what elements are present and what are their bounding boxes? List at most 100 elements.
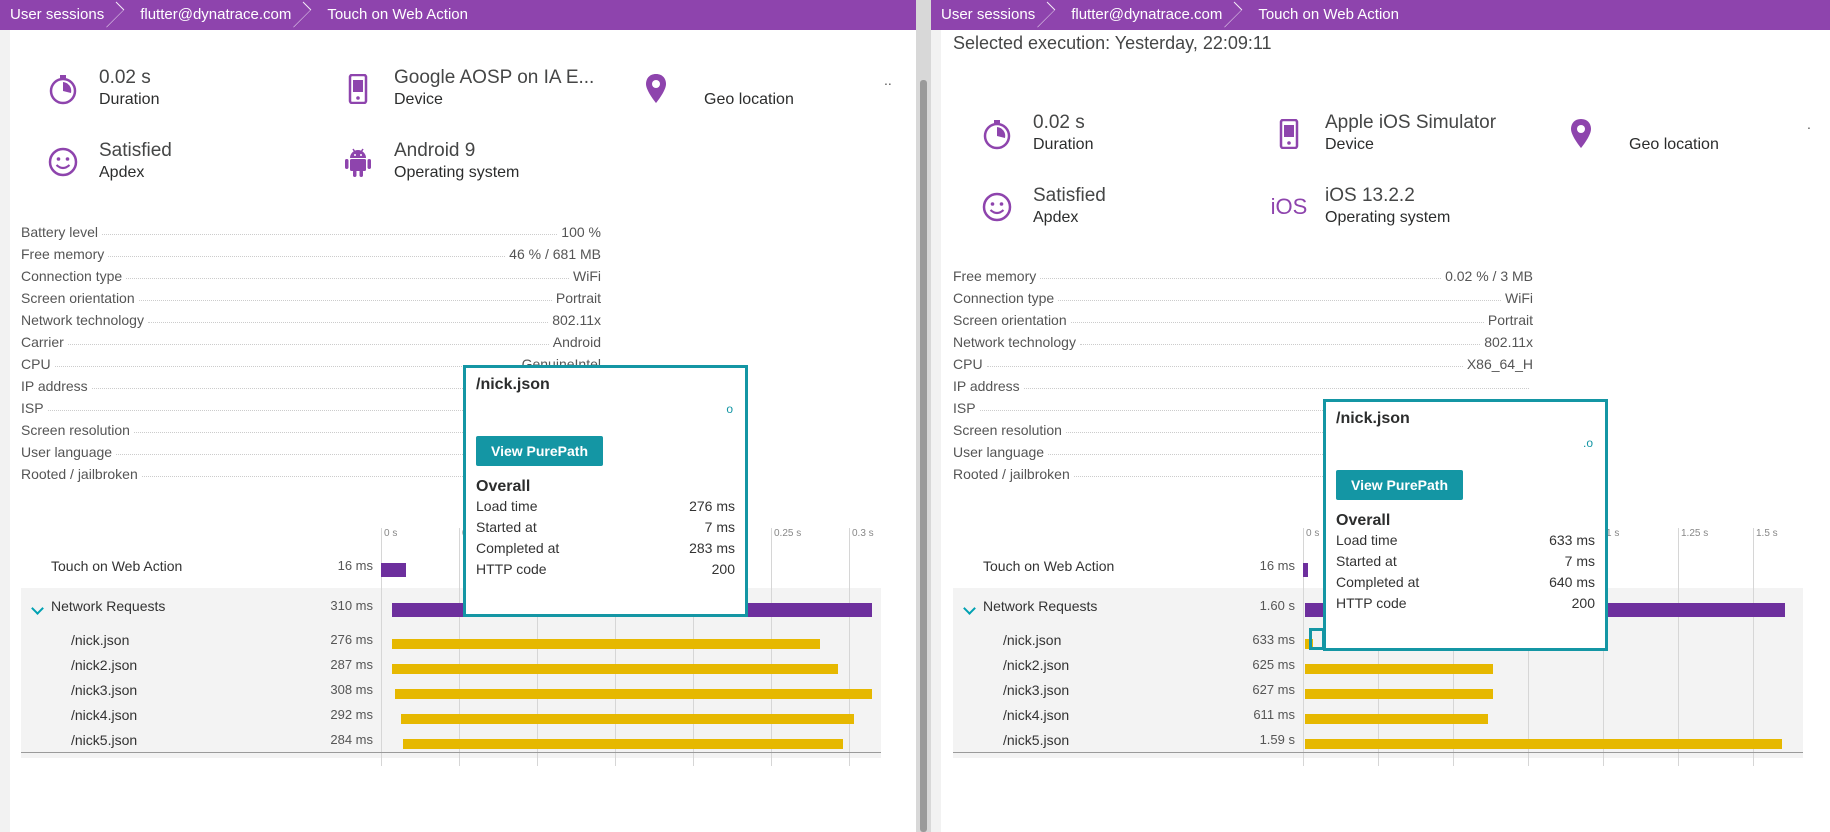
scrollbar-thumb[interactable] <box>920 80 927 832</box>
breadcrumb: User sessions flutter@dynatrace.com Touc… <box>931 0 1830 30</box>
stat-apdex: Satisfied Apdex <box>45 140 172 184</box>
stat-duration: 0.02 s Duration <box>979 112 1093 156</box>
geo-extra: .. <box>884 72 892 88</box>
row-duration: 633 ms <box>1252 632 1295 647</box>
stat-duration: 0.02 s Duration <box>45 67 159 111</box>
breadcrumb-user-sessions[interactable]: User sessions <box>0 0 125 30</box>
mobile-device-icon <box>1271 116 1307 152</box>
tooltip-title: /nick.json <box>1336 410 1410 427</box>
property-row: Free memory 0.02 % / 3 MB <box>953 262 1533 284</box>
request-bar[interactable] <box>394 689 873 699</box>
request-name[interactable]: /nick2.json <box>1003 657 1069 673</box>
property-row: CPU X86_64_H <box>953 350 1533 372</box>
request-name[interactable]: /nick5.json <box>71 732 137 748</box>
property-value: WiFi <box>573 268 601 284</box>
duration-label: Duration <box>99 91 160 108</box>
property-key: Connection type <box>21 268 123 284</box>
property-row: Screen orientation Portrait <box>21 284 601 306</box>
property-value: 46 % / 681 MB <box>509 246 601 262</box>
row-duration: 627 ms <box>1252 682 1295 697</box>
stopwatch-icon <box>979 116 1015 152</box>
request-name[interactable]: /nick3.json <box>71 682 137 698</box>
geo-value <box>704 67 794 89</box>
request-bar[interactable] <box>391 639 820 649</box>
property-row: Connection type WiFi <box>953 284 1533 306</box>
dotted-leader <box>1023 388 1529 389</box>
waterfall-baseline <box>953 752 1803 753</box>
stopwatch-icon <box>45 71 81 107</box>
breadcrumb-action[interactable]: Touch on Web Action <box>305 0 482 30</box>
row-duration: 276 ms <box>330 632 373 647</box>
axis-tick-label: 0.3 s <box>852 528 874 539</box>
tooltip-row: Completed at 283 ms <box>476 540 735 556</box>
property-row: Free memory 46 % / 681 MB <box>21 240 601 262</box>
request-bar[interactable] <box>1305 664 1493 674</box>
tooltip-row: Load time 633 ms <box>1336 532 1595 548</box>
geo-value <box>1629 112 1719 134</box>
request-name[interactable]: /nick2.json <box>71 657 137 673</box>
breadcrumb-user-sessions[interactable]: User sessions <box>931 0 1056 30</box>
dotted-leader <box>1079 344 1481 345</box>
duration-value: 0.02 s <box>1033 112 1085 133</box>
panel-divider-scrollbar[interactable] <box>916 0 931 832</box>
property-value: WiFi <box>1505 290 1533 306</box>
right-session-panel: User sessions flutter@dynatrace.com Touc… <box>931 0 1830 832</box>
breadcrumb-action[interactable]: Touch on Web Action <box>1236 0 1413 30</box>
breadcrumb-user[interactable]: flutter@dynatrace.com <box>118 0 312 30</box>
smiley-icon <box>45 144 81 180</box>
tooltip-title: /nick.json <box>476 376 550 393</box>
duration-label: Duration <box>1033 136 1094 153</box>
view-purepath-button[interactable]: View PurePath <box>476 436 604 466</box>
tooltip-row: HTTP code 200 <box>1336 595 1595 611</box>
request-bar[interactable] <box>391 664 839 674</box>
axis-gridline <box>849 528 850 766</box>
request-name[interactable]: /nick4.json <box>1003 707 1069 723</box>
request-bar[interactable] <box>402 739 843 749</box>
smiley-icon <box>979 189 1015 225</box>
property-row: Carrier Android <box>21 328 601 350</box>
timing-bar[interactable] <box>381 563 406 577</box>
request-name[interactable]: /nick3.json <box>1003 682 1069 698</box>
dotted-leader <box>67 344 549 345</box>
property-key: Network technology <box>21 312 144 328</box>
request-bar[interactable] <box>1305 714 1489 724</box>
apdex-label: Apdex <box>99 164 145 181</box>
row-duration: 625 ms <box>1252 657 1295 672</box>
property-value: 802.11x <box>552 312 601 328</box>
request-bar[interactable] <box>1305 689 1494 699</box>
request-bar[interactable] <box>1305 739 1783 749</box>
view-purepath-button[interactable]: View PurePath <box>1336 470 1464 500</box>
request-name[interactable]: /nick.json <box>1003 632 1061 648</box>
android-icon <box>340 144 376 180</box>
scroll-gutter <box>931 30 941 832</box>
dotted-leader <box>126 278 569 279</box>
tooltip-row: Load time 276 ms <box>476 498 735 514</box>
property-key: Rooted / jailbroken <box>21 466 138 482</box>
property-key: Network technology <box>953 334 1076 350</box>
left-session-panel: User sessions flutter@dynatrace.com Touc… <box>0 0 916 832</box>
tooltip-heading: Overall <box>1336 512 1391 529</box>
request-name[interactable]: /nick5.json <box>1003 732 1069 748</box>
property-key: Screen orientation <box>21 290 135 306</box>
os-label: Operating system <box>394 164 520 181</box>
tooltip-row: Completed at 640 ms <box>1336 574 1595 590</box>
request-bar[interactable] <box>401 714 854 724</box>
request-tooltip: /nick.json .o View PurePath Overall Load… <box>1323 399 1608 651</box>
selected-execution: Selected execution: Yesterday, 22:09:11 <box>953 33 1272 53</box>
stat-geo: Geo location <box>638 67 794 111</box>
breadcrumb-user[interactable]: flutter@dynatrace.com <box>1049 0 1243 30</box>
row-name[interactable]: Network Requests <box>983 598 1097 614</box>
timing-bar[interactable] <box>1303 563 1308 577</box>
row-name[interactable]: Network Requests <box>51 598 165 614</box>
property-key: Free memory <box>953 268 1037 284</box>
row-duration: 308 ms <box>330 682 373 697</box>
property-row: Network technology 802.11x <box>21 306 601 328</box>
waterfall-chart: 0 s0.05 s0.1 s0.15 s0.2 s0.25 s0.3 sTouc… <box>21 528 883 766</box>
axis-gridline <box>1678 528 1679 766</box>
request-name[interactable]: /nick.json <box>71 632 129 648</box>
stat-apdex: Satisfied Apdex <box>979 185 1106 229</box>
property-row: Connection type WiFi <box>21 262 601 284</box>
duration-value: 0.02 s <box>99 67 151 88</box>
apdex-label: Apdex <box>1033 209 1079 226</box>
request-name[interactable]: /nick4.json <box>71 707 137 723</box>
